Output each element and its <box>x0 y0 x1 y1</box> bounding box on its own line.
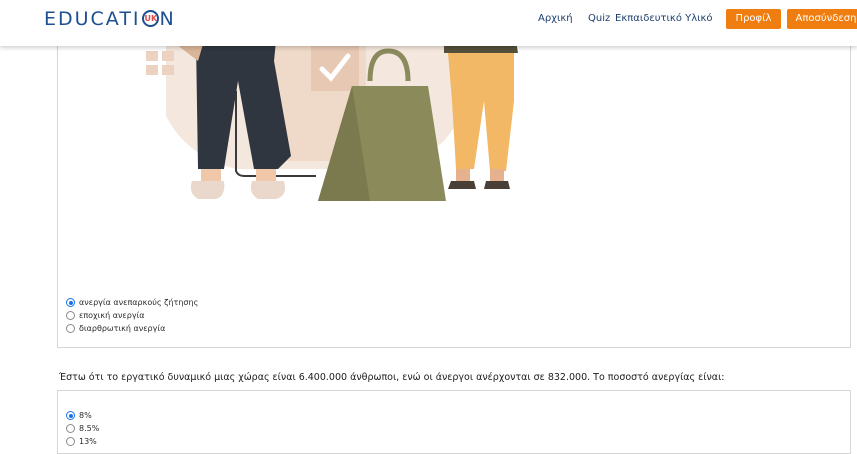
question-panel-1: ανεργία ανεπαρκούς ζήτησης εποχική ανεργ… <box>57 40 851 348</box>
logo-badge-icon: UK <box>141 10 159 27</box>
option-13-percent[interactable]: 13% <box>66 437 97 446</box>
site-logo[interactable]: EDUCATI UK N <box>44 8 176 30</box>
option-8-5-percent[interactable]: 8.5% <box>66 424 99 433</box>
logo-text-right: N <box>159 8 176 30</box>
option-demand-deficient-unemployment[interactable]: ανεργία ανεπαρκούς ζήτησης <box>66 298 198 307</box>
option-label: 8.5% <box>79 424 100 433</box>
top-navbar: EDUCATI UK N Αρχική Quiz Εκπαιδευτικό Υλικ… <box>0 0 857 46</box>
nav-link-quiz[interactable]: Quiz <box>588 13 610 24</box>
radio-selected-icon[interactable] <box>66 298 75 307</box>
nav-link-learning-material[interactable]: Εκπαιδευτικό Υλικό <box>615 13 713 24</box>
option-structural-unemployment[interactable]: διαρθρωτική ανεργία <box>66 324 165 333</box>
option-label: εποχική ανεργία <box>79 311 145 320</box>
option-label: διαρθρωτική ανεργία <box>79 324 166 333</box>
radio-selected-icon[interactable] <box>66 411 75 420</box>
radio-icon[interactable] <box>66 424 75 433</box>
nav-link-home[interactable]: Αρχική <box>538 13 573 24</box>
radio-icon[interactable] <box>66 311 75 320</box>
shopping-illustration <box>146 41 518 201</box>
logout-button[interactable]: Αποσύνδεση <box>787 9 857 29</box>
profile-button[interactable]: Προφίλ <box>726 9 781 29</box>
option-seasonal-unemployment[interactable]: εποχική ανεργία <box>66 311 145 320</box>
option-8-percent[interactable]: 8% <box>66 411 92 420</box>
option-label: ανεργία ανεπαρκούς ζήτησης <box>79 298 199 307</box>
option-label: 13% <box>79 437 97 446</box>
logo-text-left: EDUCATI <box>44 8 141 30</box>
radio-icon[interactable] <box>66 324 75 333</box>
radio-icon[interactable] <box>66 437 75 446</box>
option-label: 8% <box>79 411 92 420</box>
question-2-text: Έστω ότι το εργατικό δυναμικό μιας χώρας… <box>59 372 725 383</box>
question-panel-2: 8% 8.5% 13% <box>57 390 851 454</box>
